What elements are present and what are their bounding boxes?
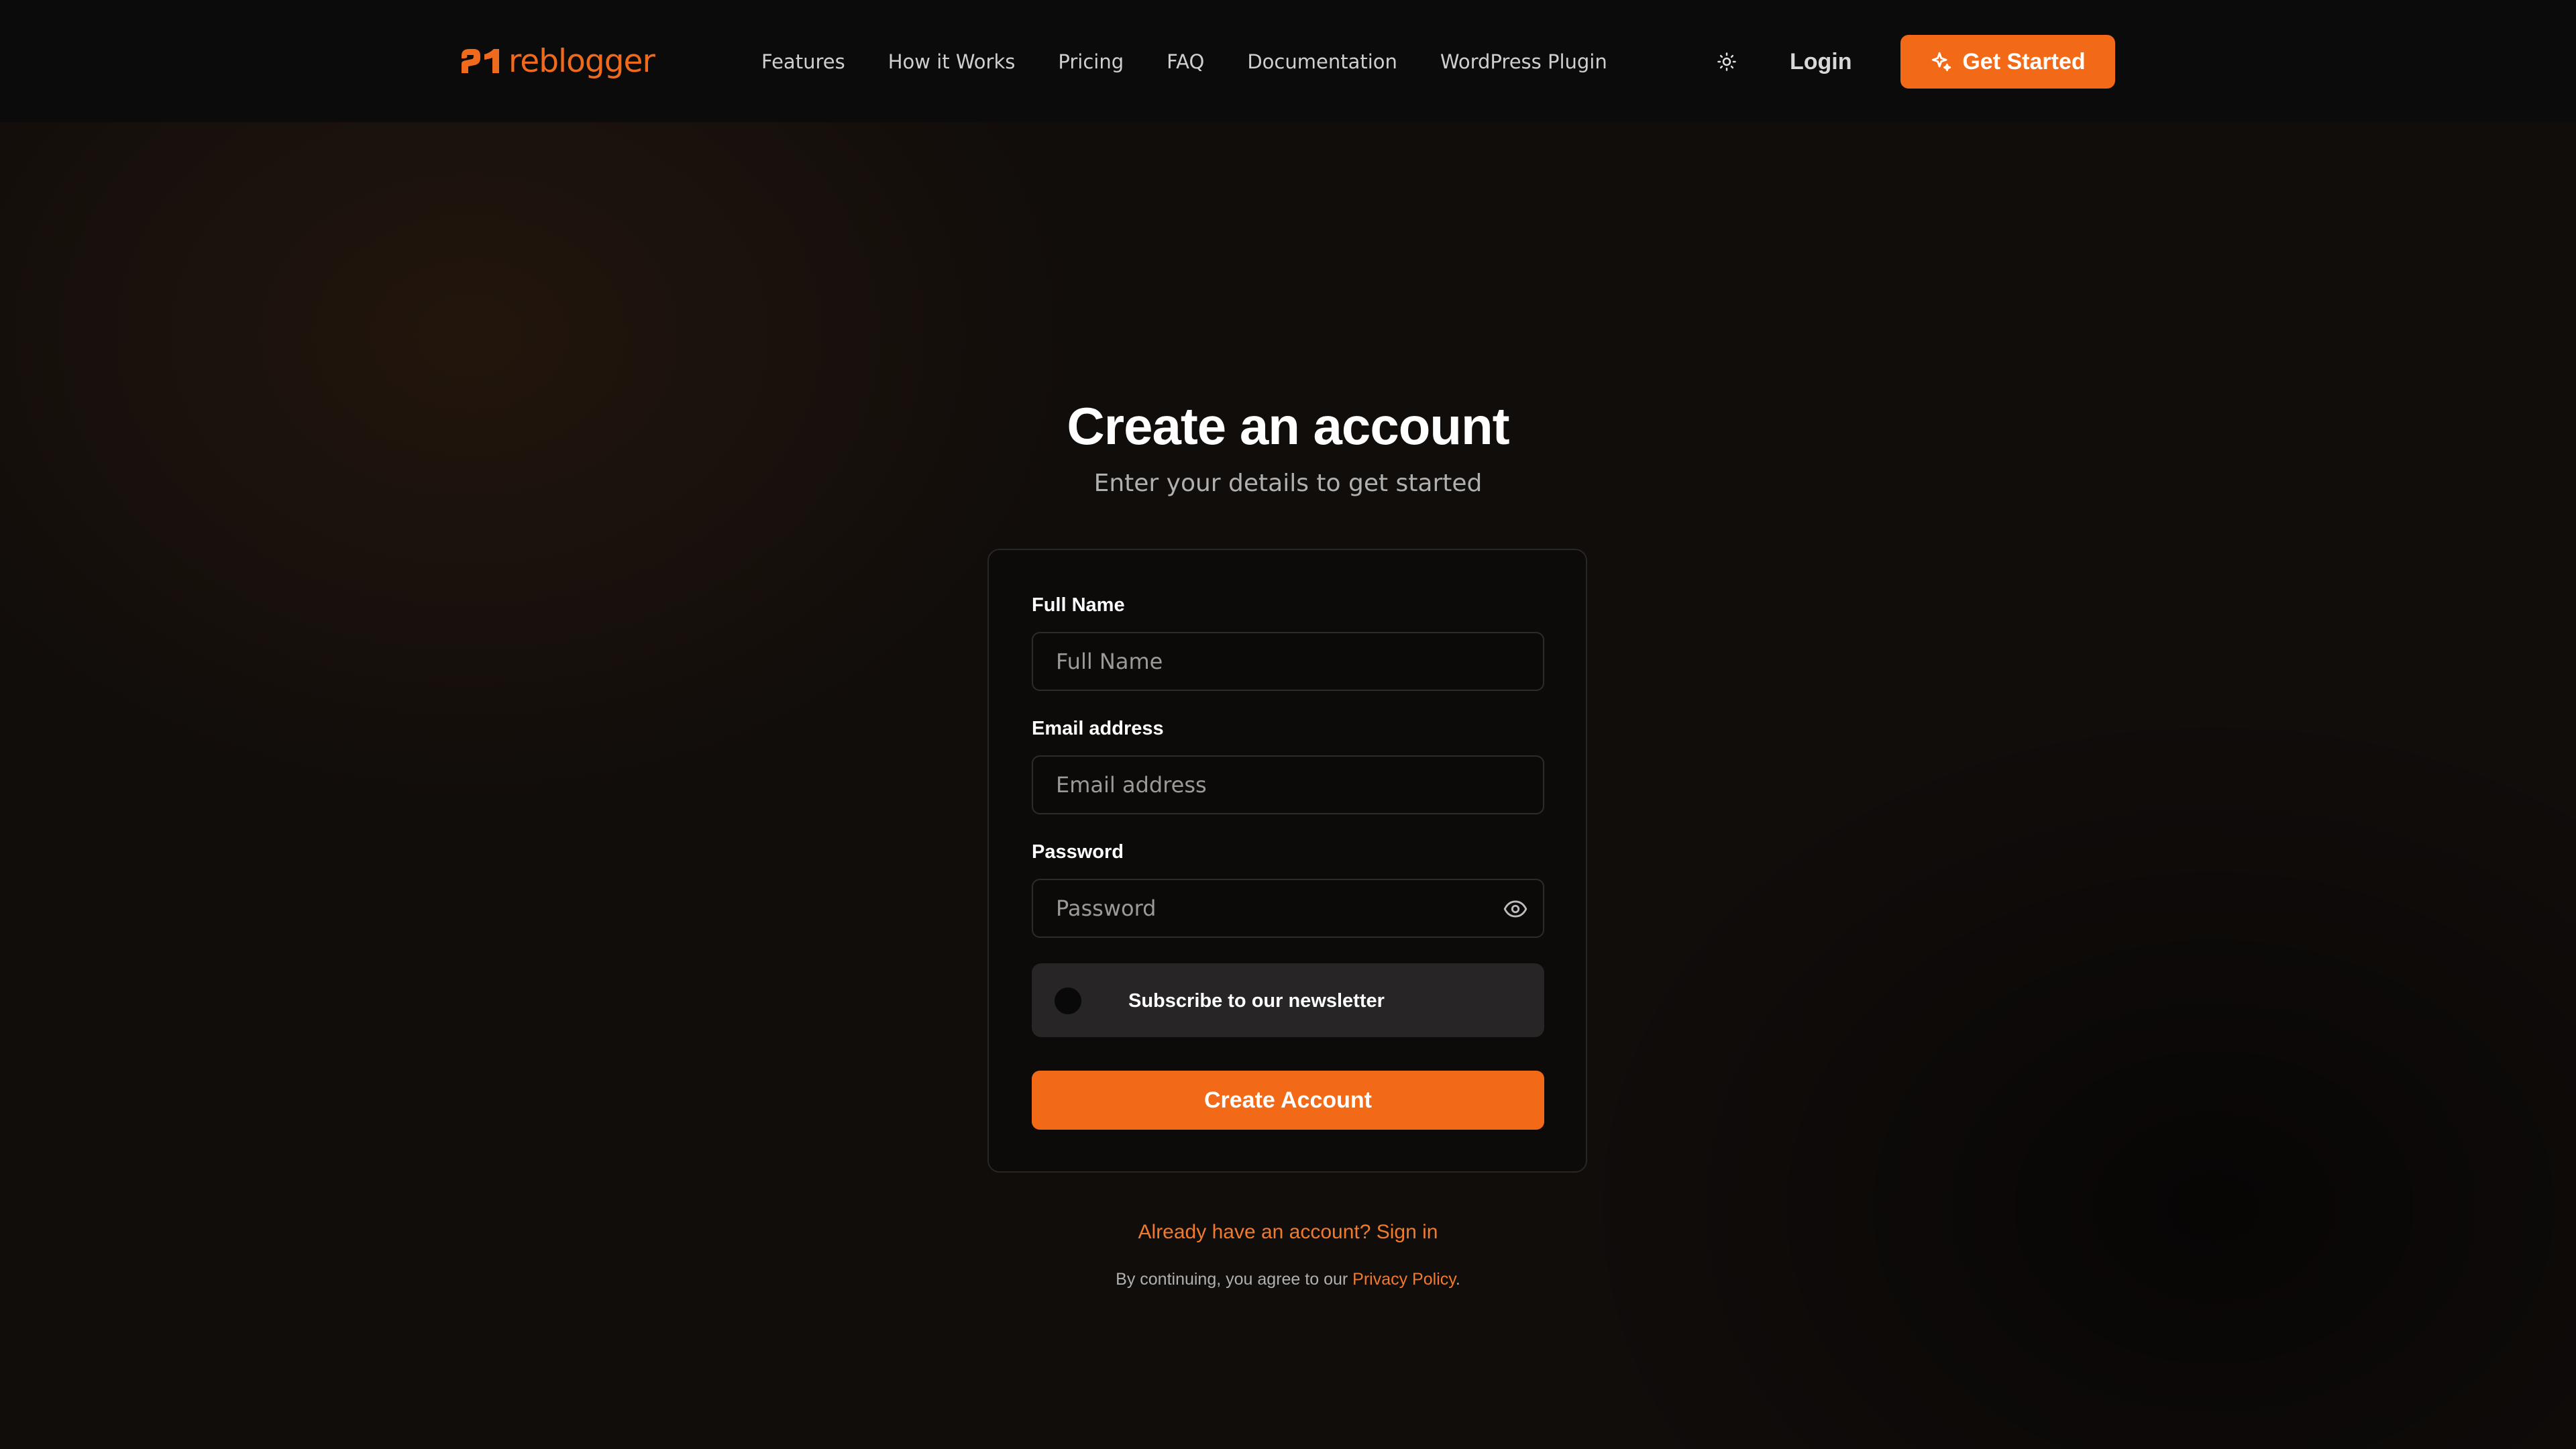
legal-prefix: By continuing, you agree to our [1116, 1270, 1353, 1289]
create-account-button[interactable]: Create Account [1032, 1071, 1544, 1130]
email-label: Email address [1032, 718, 1164, 739]
password-input[interactable] [1032, 879, 1544, 938]
theme-toggle-button[interactable] [1713, 48, 1741, 76]
newsletter-radio[interactable] [1055, 987, 1081, 1014]
sparkle-icon [1932, 52, 1951, 72]
legal-notice: By continuing, you agree to our Privacy … [0, 1270, 2576, 1289]
sun-icon [1717, 52, 1736, 71]
full-name-label: Full Name [1032, 594, 1125, 616]
legal-suffix: . [1455, 1270, 1460, 1289]
nav-how-it-works[interactable]: How it Works [888, 50, 1016, 73]
full-name-input[interactable] [1032, 632, 1544, 691]
password-visibility-toggle[interactable] [1499, 892, 1532, 926]
signin-link[interactable]: Already have an account? Sign in [1138, 1221, 1438, 1243]
login-link[interactable]: Login [1790, 44, 1852, 79]
nav-wordpress-plugin[interactable]: WordPress Plugin [1440, 50, 1607, 73]
get-started-label: Get Started [1962, 48, 2086, 74]
logo[interactable]: reblogger [459, 42, 655, 80]
newsletter-label: Subscribe to our newsletter [1128, 990, 1385, 1012]
logo-text: reblogger [508, 42, 655, 80]
signup-card: Full Name Email address Password Subscri… [987, 549, 1587, 1173]
main-nav: Features How it Works Pricing FAQ Docume… [761, 47, 1607, 76]
site-header: reblogger Features How it Works Pricing … [0, 0, 2576, 122]
eye-icon [1503, 900, 1527, 918]
privacy-policy-link[interactable]: Privacy Policy [1352, 1270, 1456, 1289]
newsletter-toggle[interactable]: Subscribe to our newsletter [1032, 963, 1544, 1037]
password-label: Password [1032, 841, 1124, 863]
nav-pricing[interactable]: Pricing [1058, 50, 1124, 73]
logo-mark-icon [462, 49, 499, 73]
email-input[interactable] [1032, 755, 1544, 814]
page-title: Create an account [1067, 396, 1509, 455]
nav-documentation[interactable]: Documentation [1247, 50, 1397, 73]
signin-link-row: Already have an account? Sign in [0, 1221, 2576, 1244]
nav-faq[interactable]: FAQ [1167, 50, 1204, 73]
get-started-button[interactable]: Get Started [1900, 35, 2115, 89]
nav-features[interactable]: Features [761, 50, 845, 73]
page-subtitle: Enter your details to get started [1093, 470, 1483, 497]
